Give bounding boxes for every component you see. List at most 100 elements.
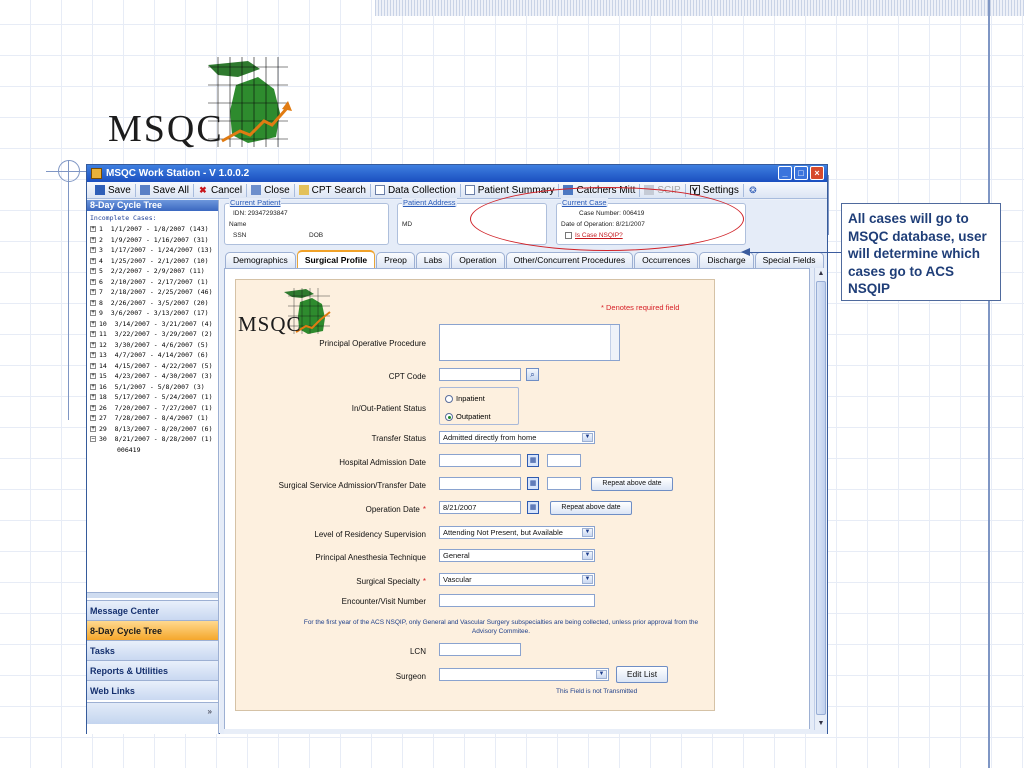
tree-node[interactable]: +13 4/7/2007 - 4/14/2007 (6)	[87, 350, 218, 361]
expand-icon[interactable]: +	[90, 268, 96, 274]
expand-icon[interactable]: +	[90, 310, 96, 316]
tree-node[interactable]: +1 1/1/2007 - 1/8/2007 (143)	[87, 224, 218, 235]
scroll-thumb[interactable]	[816, 281, 826, 715]
nav-tasks[interactable]: Tasks	[87, 640, 218, 660]
tree-node[interactable]: +7 2/18/2007 - 2/25/2007 (46)	[87, 287, 218, 298]
nav-splitter[interactable]	[87, 592, 218, 598]
tree-node[interactable]: +12 3/30/2007 - 4/6/2007 (5)	[87, 340, 218, 351]
tab-other-concurrent-procedures[interactable]: Other/Concurrent Procedures	[505, 252, 634, 268]
surgical-service-time-input[interactable]	[547, 477, 581, 490]
expand-icon[interactable]: +	[90, 226, 96, 232]
tree-node[interactable]: +14 4/15/2007 - 4/22/2007 (5)	[87, 361, 218, 372]
residency-supervision-select[interactable]: Attending Not Present, but Available ▼	[439, 526, 595, 539]
expand-icon[interactable]: +	[90, 320, 96, 327]
tree-node[interactable]: +9 3/6/2007 - 3/13/2007 (17)	[87, 308, 218, 319]
inpatient-radio[interactable]: Inpatient	[445, 394, 485, 404]
tree-node[interactable]: +6 2/10/2007 - 2/17/2007 (1)	[87, 277, 218, 288]
help-button[interactable]: ❂	[744, 184, 765, 197]
nav-8-day-cycle-tree[interactable]: 8-Day Cycle Tree	[87, 620, 218, 640]
encounter-visit-input[interactable]	[439, 594, 595, 607]
repeat-above-date-button-2[interactable]: Repeat above date	[550, 501, 632, 515]
transfer-status-select[interactable]: Admitted directly from home ▼	[439, 431, 595, 444]
expand-icon[interactable]: +	[90, 383, 96, 390]
cancel-button[interactable]: ✖ Cancel	[194, 183, 248, 197]
surgical-service-date-input[interactable]	[439, 477, 521, 490]
scroll-down-icon[interactable]: ▼	[816, 719, 826, 729]
close-button[interactable]: Close	[247, 183, 295, 197]
tab-preop[interactable]: Preop	[376, 252, 415, 268]
minimize-button[interactable]: _	[778, 166, 792, 180]
current-patient-title[interactable]: Current Patient	[229, 198, 282, 207]
nav-reports-utilities[interactable]: Reports & Utilities	[87, 660, 218, 680]
horizontal-scrollbar[interactable]	[224, 729, 810, 734]
maximize-button[interactable]: □	[794, 166, 808, 180]
nav-web-links[interactable]: Web Links	[87, 680, 218, 700]
lcn-input[interactable]	[439, 643, 521, 656]
patient-address-title[interactable]: Patient Address	[402, 198, 457, 207]
cpt-search-button-small[interactable]: ⌕	[526, 368, 539, 381]
vertical-scrollbar[interactable]: ▲ ▼	[814, 268, 827, 730]
tree-node[interactable]: +26 7/20/2007 - 7/27/2007 (1)	[87, 403, 218, 414]
calendar-icon[interactable]: ▦	[527, 454, 539, 467]
cpt-code-input[interactable]	[439, 368, 521, 381]
hospital-admission-date-input[interactable]	[439, 454, 521, 467]
surgeon-select[interactable]: ▼	[439, 668, 609, 681]
calendar-icon[interactable]: ▦	[527, 501, 539, 514]
tree-node[interactable]: +18 5/17/2007 - 5/24/2007 (1)	[87, 392, 218, 403]
tab-special-fields[interactable]: Special Fields	[754, 252, 824, 268]
expand-icon[interactable]: +	[90, 257, 96, 264]
expand-icon[interactable]: +	[90, 236, 96, 243]
tab-operation[interactable]: Operation	[451, 252, 505, 268]
collapse-icon[interactable]: −	[90, 436, 96, 442]
principal-procedure-input[interactable]	[439, 324, 620, 361]
textarea-scrollbar[interactable]	[610, 325, 619, 360]
expand-icon[interactable]: +	[90, 362, 96, 369]
nav-message-center[interactable]: Message Center	[87, 600, 218, 620]
outpatient-radio[interactable]: Outpatient	[445, 412, 491, 422]
expand-icon[interactable]: +	[90, 404, 96, 411]
tree-node[interactable]: +15 4/23/2007 - 4/30/2007 (3)	[87, 371, 218, 382]
tree-node[interactable]: +8 2/26/2007 - 3/5/2007 (20)	[87, 298, 218, 309]
repeat-above-date-button[interactable]: Repeat above date	[591, 477, 673, 491]
edit-list-button[interactable]: Edit List	[616, 666, 668, 683]
tree-node[interactable]: +10 3/14/2007 - 3/21/2007 (4)	[87, 319, 218, 330]
save-button[interactable]: Save	[91, 183, 136, 197]
expand-icon[interactable]: +	[90, 415, 96, 421]
expand-icon[interactable]: +	[90, 352, 96, 358]
close-window-button[interactable]: ×	[810, 166, 824, 180]
surgical-specialty-select[interactable]: Vascular ▼	[439, 573, 595, 586]
tree-node[interactable]: −30 8/21/2007 - 8/28/2007 (1)	[87, 434, 218, 445]
tree-node[interactable]: +11 3/22/2007 - 3/29/2007 (2)	[87, 329, 218, 340]
tab-demographics[interactable]: Demographics	[225, 252, 296, 268]
expand-icon[interactable]: +	[90, 425, 96, 432]
scroll-up-icon[interactable]: ▲	[816, 269, 826, 279]
expand-icon[interactable]: +	[90, 394, 96, 400]
expand-icon[interactable]: +	[90, 247, 96, 253]
tab-surgical-profile[interactable]: Surgical Profile	[296, 250, 376, 268]
tree-leaf-case[interactable]: 006419	[87, 445, 218, 455]
hospital-admission-time-input[interactable]	[547, 454, 581, 467]
tree-node[interactable]: +2 1/9/2007 - 1/16/2007 (31)	[87, 235, 218, 246]
tab-labs[interactable]: Labs	[415, 252, 451, 268]
tree-node[interactable]: +27 7/28/2007 - 8/4/2007 (1)	[87, 413, 218, 424]
cpt-search-button[interactable]: CPT Search	[295, 183, 371, 197]
expand-icon[interactable]: +	[90, 331, 96, 337]
operation-date-input[interactable]: 8/21/2007	[439, 501, 521, 514]
tree-node[interactable]: +4 1/25/2007 - 2/1/2007 (10)	[87, 256, 218, 267]
expand-icon[interactable]: +	[90, 373, 96, 379]
tab-occurrences[interactable]: Occurrences	[634, 252, 699, 268]
save-all-button[interactable]: Save All	[136, 183, 194, 197]
tree-node[interactable]: +16 5/1/2007 - 5/8/2007 (3)	[87, 382, 218, 393]
expand-icon[interactable]: +	[90, 341, 96, 348]
tree-node[interactable]: +5 2/2/2007 - 2/9/2007 (11)	[87, 266, 218, 277]
nav-overflow[interactable]: »	[87, 702, 218, 724]
data-collection-button[interactable]: Data Collection	[371, 183, 461, 197]
expand-icon[interactable]: +	[90, 289, 96, 295]
calendar-icon[interactable]: ▦	[527, 477, 539, 490]
tree-node[interactable]: +3 1/17/2007 - 1/24/2007 (13)	[87, 245, 218, 256]
anesthesia-technique-select[interactable]: General ▼	[439, 549, 595, 562]
title-bar[interactable]: MSQC Work Station - V 1.0.0.2 _ □ ×	[87, 165, 827, 182]
expand-icon[interactable]: +	[90, 299, 96, 306]
expand-icon[interactable]: +	[90, 278, 96, 285]
tree-node[interactable]: +29 8/13/2007 - 8/20/2007 (6)	[87, 424, 218, 435]
